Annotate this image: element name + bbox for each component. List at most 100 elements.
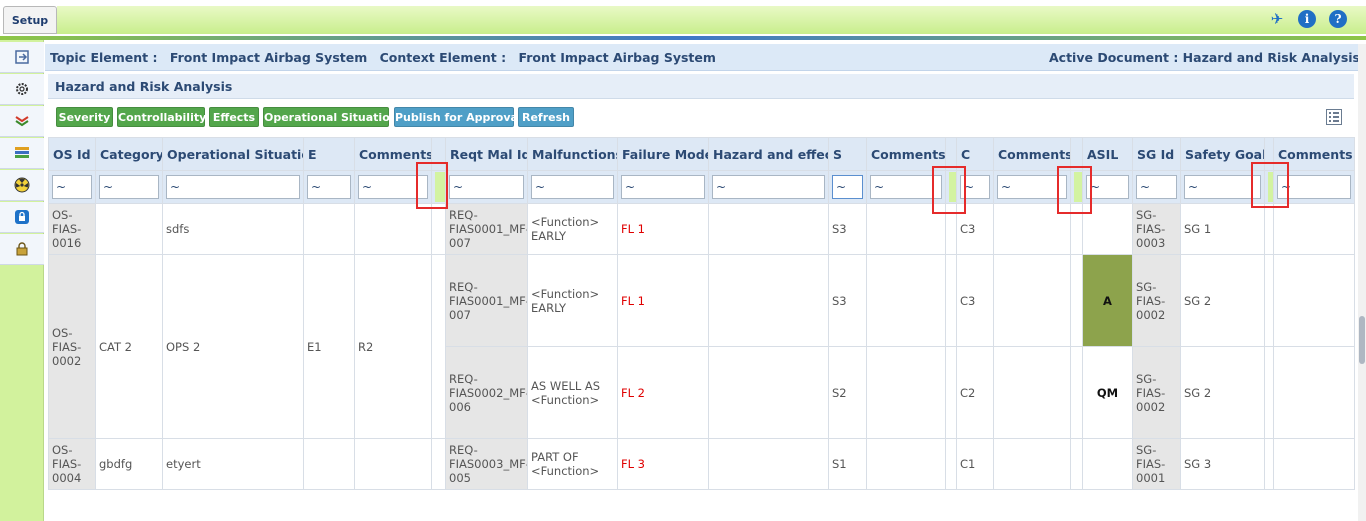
hazard-cell <box>708 438 829 490</box>
lock-icon[interactable] <box>0 202 44 233</box>
asil-badge: A <box>1082 254 1133 347</box>
c-cell: C2 <box>956 346 994 439</box>
comments-cell: R2 <box>354 254 432 439</box>
hara-panel: Hazard and Risk Analysis Severity Contro… <box>48 74 1355 521</box>
s-comments-cell <box>866 346 946 439</box>
c-cell: C3 <box>956 254 994 347</box>
sg-id-cell: SG- FIAS- 0002 <box>1132 346 1181 439</box>
severity-button[interactable]: Severity <box>56 107 113 127</box>
spacer-cell <box>1264 438 1274 490</box>
e-cell <box>303 203 355 255</box>
spacer-cell <box>1264 203 1274 255</box>
operational-situation-button[interactable]: Operational Situation <box>263 107 398 127</box>
scrollbar-thumb[interactable] <box>1359 316 1365 364</box>
filter-malfunctions[interactable] <box>531 175 614 199</box>
table-row[interactable]: OS- FIAS- 0004 gbdfg etyert REQ- FIAS0003_M… <box>48 438 1355 490</box>
safety-goal-cell: SG 2 <box>1180 346 1265 439</box>
filter-s[interactable] <box>832 175 863 199</box>
layers-icon[interactable] <box>0 106 44 137</box>
filter-failure-mode[interactable] <box>621 175 705 199</box>
os-id-cell: OS- FIAS- 0002 <box>48 254 96 439</box>
col-header-malfunctions[interactable]: Malfunctions <box>527 137 618 171</box>
safety-goal-cell: SG 1 <box>1180 203 1265 255</box>
safety-goal-cell: SG 2 <box>1180 254 1265 347</box>
context-element-value: Front Impact Airbag System <box>518 50 716 65</box>
malfunctions-cell: <Function> EARLY <box>527 203 618 255</box>
table-row[interactable]: OS- FIAS- 0002 CAT 2 OPS 2 E1 R2 REQ- FIAS0… <box>48 254 1355 439</box>
filter-safety-goal[interactable] <box>1184 175 1261 199</box>
hazard-cell <box>708 254 829 347</box>
filter-category[interactable] <box>99 175 159 199</box>
operational-situation-cell: etyert <box>162 438 304 490</box>
sg-id-cell: SG- FIAS- 0003 <box>1132 203 1181 255</box>
refresh-button[interactable]: Refresh <box>518 107 574 127</box>
padlock-icon[interactable] <box>0 234 44 265</box>
spacer-cell <box>431 254 446 439</box>
col-header-category[interactable]: Category <box>95 137 163 171</box>
filter-os-id[interactable] <box>52 175 92 199</box>
col-header-reqt-mal-id[interactable]: Reqt Mal Id <box>445 137 528 171</box>
info-icon[interactable]: i <box>1298 10 1316 28</box>
hazard-icon[interactable] <box>0 170 44 201</box>
context-bar: Topic Element : Front Impact Airbag Syst… <box>45 44 1366 71</box>
header-row: OS Id Category Operational Situation E C… <box>48 137 1355 171</box>
gear-icon[interactable] <box>0 74 44 105</box>
col-header-failure-mode[interactable]: Failure Mode <box>617 137 709 171</box>
publish-for-approval-button[interactable]: Publish for Approval <box>394 107 522 127</box>
spacer-cell <box>945 438 957 490</box>
col-header-os-id[interactable]: OS Id <box>48 137 96 171</box>
s-cell: S3 <box>828 203 867 255</box>
safety-goal-cell: SG 3 <box>1180 438 1265 490</box>
col-header-sg-id[interactable]: SG Id <box>1132 137 1181 171</box>
filter-e[interactable] <box>307 175 351 199</box>
topic-element-label: Topic Element : <box>50 50 158 65</box>
col-header-s[interactable]: S <box>828 137 867 171</box>
setup-tab[interactable]: Setup <box>3 6 57 34</box>
asil-badge: QM <box>1082 346 1133 439</box>
context-element-label: Context Element : <box>379 50 507 65</box>
pin-icon[interactable]: ✈ <box>1268 10 1286 28</box>
column-chooser-icon[interactable] <box>1326 109 1342 125</box>
controllability-button[interactable]: Controllability <box>117 107 206 127</box>
vertical-scrollbar[interactable] <box>1358 44 1366 521</box>
reqt-mal-id-cell: REQ- FIAS0003_MF- 005 <box>445 438 528 490</box>
comments-cell <box>354 203 432 255</box>
filter-sg-id[interactable] <box>1136 175 1177 199</box>
hazard-cell <box>708 203 829 255</box>
reqt-mal-id-cell: REQ- FIAS0001_MF- 007 <box>445 203 528 255</box>
help-icon[interactable]: ? <box>1329 10 1347 28</box>
s-cell: S2 <box>828 346 867 439</box>
filter-hazard-and-effect[interactable] <box>712 175 825 199</box>
spacer-cell <box>1070 254 1083 347</box>
s-cell: S1 <box>828 438 867 490</box>
col-header-e[interactable]: E <box>303 137 355 171</box>
failure-mode-cell: FL 2 <box>617 346 709 439</box>
sg-comments-cell <box>1273 346 1355 439</box>
filter-operational-situation[interactable] <box>166 175 300 199</box>
reqt-mal-id-cell: REQ- FIAS0001_MF- 007 <box>445 254 528 347</box>
reqt-mal-id-cell: REQ- FIAS0002_MF- 006 <box>445 346 528 439</box>
spacer-cell <box>945 254 957 347</box>
table-row[interactable]: OS- FIAS- 0016 sdfs REQ- FIAS0001_MF- 007 <F… <box>48 203 1355 255</box>
asil-cell <box>1082 438 1133 490</box>
sg-comments-cell <box>1273 438 1355 490</box>
stack-icon[interactable] <box>0 138 44 169</box>
effects-button[interactable]: Effects <box>209 107 259 127</box>
exit-icon[interactable] <box>0 42 44 73</box>
comments-cell <box>354 438 432 490</box>
malfunctions-cell: <Function> EARLY <box>527 254 618 347</box>
filter-asil[interactable] <box>1086 175 1129 199</box>
highlight-box <box>1057 166 1092 214</box>
c-comments-cell <box>993 254 1071 347</box>
filter-reqt-mal-id[interactable] <box>449 175 524 199</box>
os-id-cell: OS- FIAS- 0016 <box>48 203 96 255</box>
top-bar-background <box>57 6 1366 34</box>
spacer-cell <box>431 203 446 255</box>
spacer-cell <box>1070 438 1083 490</box>
s-cell: S3 <box>828 254 867 347</box>
failure-mode-cell: FL 3 <box>617 438 709 490</box>
col-header-operational-situation[interactable]: Operational Situation <box>162 137 304 171</box>
col-header-hazard-and-effect[interactable]: Hazard and effect <box>708 137 829 171</box>
category-cell: gbdfg <box>95 438 163 490</box>
operational-situation-cell: OPS 2 <box>162 254 304 439</box>
